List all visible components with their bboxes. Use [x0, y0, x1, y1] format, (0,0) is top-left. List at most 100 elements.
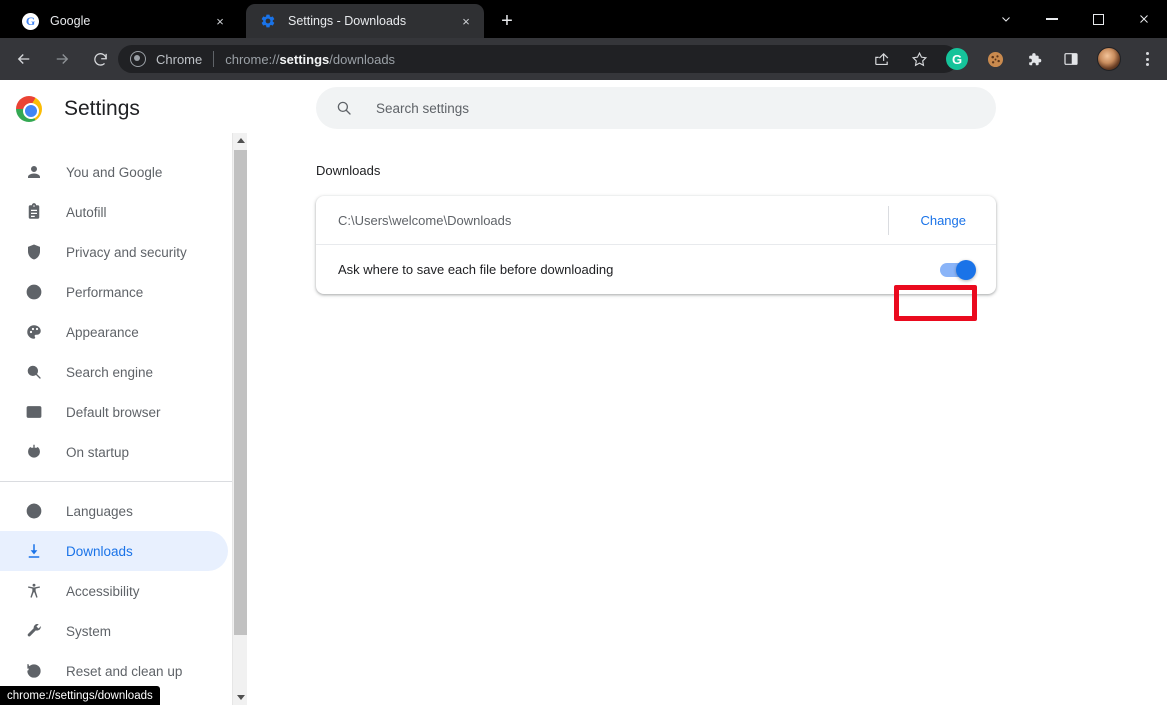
sidebar-item-reset-and-clean-up[interactable]: Reset and clean up	[0, 651, 232, 691]
close-window-icon[interactable]	[1121, 0, 1167, 38]
sidebar-item-label: Reset and clean up	[66, 663, 183, 679]
change-button[interactable]: Change	[912, 205, 974, 236]
sidebar-divider	[0, 481, 232, 482]
tab-title: Google	[50, 14, 91, 28]
sidebar-item-on-startup[interactable]: On startup	[0, 432, 232, 472]
tab-settings-downloads[interactable]: Settings - Downloads ×	[246, 4, 484, 38]
chrome-site-icon	[130, 51, 146, 67]
tab-title: Settings - Downloads	[288, 14, 407, 28]
status-bar-bubble: chrome://settings/downloads	[0, 686, 160, 705]
sidebar-item-label: Performance	[66, 284, 144, 300]
tab-google[interactable]: G Google ×	[8, 4, 238, 38]
url-suffix: /downloads	[329, 51, 396, 67]
sidebar-item-label: Accessibility	[66, 583, 140, 599]
download-path-value: C:\Users\welcome\Downloads	[338, 212, 512, 228]
side-panel-icon[interactable]	[1055, 43, 1087, 75]
scrollbar-thumb[interactable]	[234, 150, 247, 635]
address-bar[interactable]: Chrome chrome://settings/downloads	[118, 45, 958, 73]
scroll-up-arrow-icon[interactable]	[233, 133, 248, 148]
back-icon[interactable]	[8, 43, 40, 75]
sidebar-item-label: System	[66, 623, 112, 639]
settings-content: Downloads C:\Users\welcome\Downloads Cha…	[248, 80, 1167, 705]
cookie-extension-icon[interactable]	[979, 43, 1011, 75]
sidebar-item-you-and-google[interactable]: You and Google	[0, 152, 232, 192]
shield-icon	[24, 242, 44, 262]
profile-avatar[interactable]	[1093, 43, 1125, 75]
gear-icon	[260, 13, 277, 30]
sidebar-item-label: Privacy and security	[66, 244, 187, 260]
restore-clock-icon	[24, 661, 44, 681]
search-icon	[334, 98, 354, 118]
globe-icon	[24, 501, 44, 521]
speedometer-icon	[24, 282, 44, 302]
share-icon[interactable]	[865, 43, 897, 75]
grammarly-extension-icon[interactable]: G	[941, 43, 973, 75]
bookmark-star-icon[interactable]	[903, 43, 935, 75]
power-icon	[24, 442, 44, 462]
section-title: Downloads	[316, 163, 381, 178]
url-prefix: chrome://	[225, 51, 280, 67]
sidebar-item-label: Downloads	[66, 543, 133, 559]
close-icon[interactable]: ×	[210, 11, 230, 31]
minimize-icon[interactable]	[1029, 0, 1075, 38]
toggle-knob	[956, 259, 976, 280]
sidebar-item-search-engine[interactable]: Search engine	[0, 352, 232, 392]
google-g-icon: G	[22, 12, 39, 30]
maximize-icon[interactable]	[1075, 0, 1121, 38]
download-icon	[24, 541, 44, 561]
url-bold-part: settings	[279, 51, 330, 67]
new-tab-button[interactable]: +	[494, 8, 520, 34]
sidebar-nav: You and Google Autofill Privacy and secu…	[0, 152, 232, 691]
forward-icon[interactable]	[46, 43, 78, 75]
chrome-logo-icon	[16, 96, 42, 122]
sidebar-item-downloads[interactable]: Downloads	[0, 531, 228, 571]
browser-window: G Google × Settings - Downloads × + Chro…	[0, 0, 1167, 705]
close-icon[interactable]: ×	[456, 11, 476, 31]
sidebar-item-label: On startup	[66, 444, 130, 460]
search-icon	[24, 362, 44, 382]
tab-search-chevron-down-icon[interactable]	[983, 0, 1029, 38]
extensions-puzzle-icon[interactable]	[1017, 43, 1049, 75]
page-title: Settings	[64, 97, 140, 120]
ask-where-to-save-label: Ask where to save each file before downl…	[338, 262, 614, 277]
ask-where-to-save-toggle[interactable]	[940, 259, 976, 280]
sidebar-item-default-browser[interactable]: Default browser	[0, 392, 232, 432]
scroll-down-arrow-icon[interactable]	[233, 690, 248, 705]
sidebar-item-privacy-and-security[interactable]: Privacy and security	[0, 232, 232, 272]
sidebar-scrollbar[interactable]	[232, 133, 247, 705]
sidebar-item-label: Autofill	[66, 204, 107, 220]
settings-header: Settings	[0, 80, 232, 138]
sidebar-item-label: Default browser	[66, 404, 161, 420]
status-bar-text: chrome://settings/downloads	[7, 689, 153, 702]
sidebar-item-languages[interactable]: Languages	[0, 491, 232, 531]
tab-strip: G Google × Settings - Downloads × +	[0, 0, 1167, 38]
downloads-settings-card: C:\Users\welcome\Downloads Change Ask wh…	[316, 196, 996, 294]
sidebar-item-system[interactable]: System	[0, 611, 232, 651]
omnibox-separator	[213, 51, 215, 67]
wrench-icon	[24, 621, 44, 641]
clipboard-icon	[24, 202, 44, 222]
reload-icon[interactable]	[84, 43, 116, 75]
sidebar-item-accessibility[interactable]: Accessibility	[0, 571, 232, 611]
settings-sidebar: Settings You and Google Autofill Privacy…	[0, 80, 232, 705]
person-icon	[24, 162, 44, 182]
search-input[interactable]	[376, 100, 936, 116]
browser-window-icon	[24, 402, 44, 422]
sidebar-item-label: Languages	[66, 503, 133, 519]
sidebar-item-autofill[interactable]: Autofill	[0, 192, 232, 232]
sidebar-item-performance[interactable]: Performance	[0, 272, 232, 312]
omnibox-url: chrome://settings/downloads	[225, 52, 395, 67]
toolbar-right-icons: G	[859, 38, 1163, 80]
palette-icon	[24, 322, 44, 342]
download-location-row: C:\Users\welcome\Downloads Change	[316, 196, 996, 245]
row-separator	[888, 206, 889, 235]
sidebar-item-label: Search engine	[66, 364, 154, 380]
window-controls	[983, 0, 1167, 38]
ask-where-to-save-row: Ask where to save each file before downl…	[316, 245, 996, 294]
accessibility-icon	[24, 581, 44, 601]
sidebar-item-label: Appearance	[66, 324, 139, 340]
sidebar-item-appearance[interactable]: Appearance	[0, 312, 232, 352]
settings-page: Settings You and Google Autofill Privacy…	[0, 80, 1167, 705]
chrome-menu-icon[interactable]	[1131, 43, 1163, 75]
search-settings-bar[interactable]	[316, 87, 996, 129]
